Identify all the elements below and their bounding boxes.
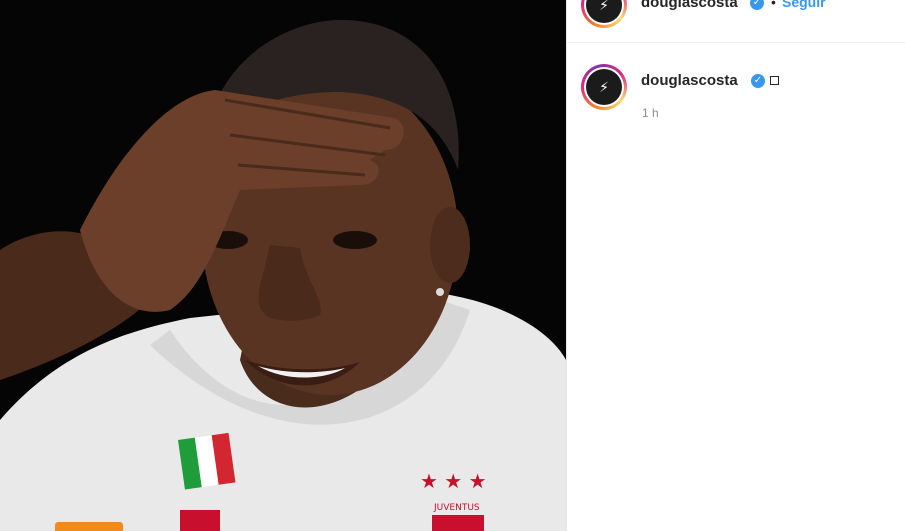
header-separator: •	[771, 0, 776, 10]
svg-text:★ ★ ★: ★ ★ ★	[420, 469, 487, 493]
follow-button[interactable]: Seguir	[782, 0, 826, 10]
caption-username[interactable]: douglascosta	[641, 72, 738, 89]
post-photo[interactable]: ★ ★ ★ JUVENTUS	[0, 0, 566, 531]
post-timestamp[interactable]: 1 h	[642, 106, 659, 120]
header-avatar[interactable]: ⚡	[581, 0, 627, 28]
lightning-logo-icon: ⚡	[599, 0, 609, 13]
lightning-logo-icon: ⚡	[599, 78, 609, 95]
verified-badge-icon: ✓	[751, 74, 765, 88]
verified-badge-icon: ✓	[750, 0, 764, 10]
shirt-badge-text: JUVENTUS	[433, 503, 480, 513]
post-header: ⚡ douglascosta ✓ • Seguir	[567, 0, 905, 43]
header-username[interactable]: douglascosta	[641, 0, 738, 11]
orange-tab	[55, 522, 123, 531]
caption-avatar[interactable]: ⚡	[581, 64, 627, 110]
portrait-photo-graphic: ★ ★ ★ JUVENTUS	[0, 19, 566, 531]
square-icon	[770, 76, 779, 85]
post-side-panel: ⚡ douglascosta ✓ • Seguir ⚡ douglascosta…	[566, 0, 905, 531]
